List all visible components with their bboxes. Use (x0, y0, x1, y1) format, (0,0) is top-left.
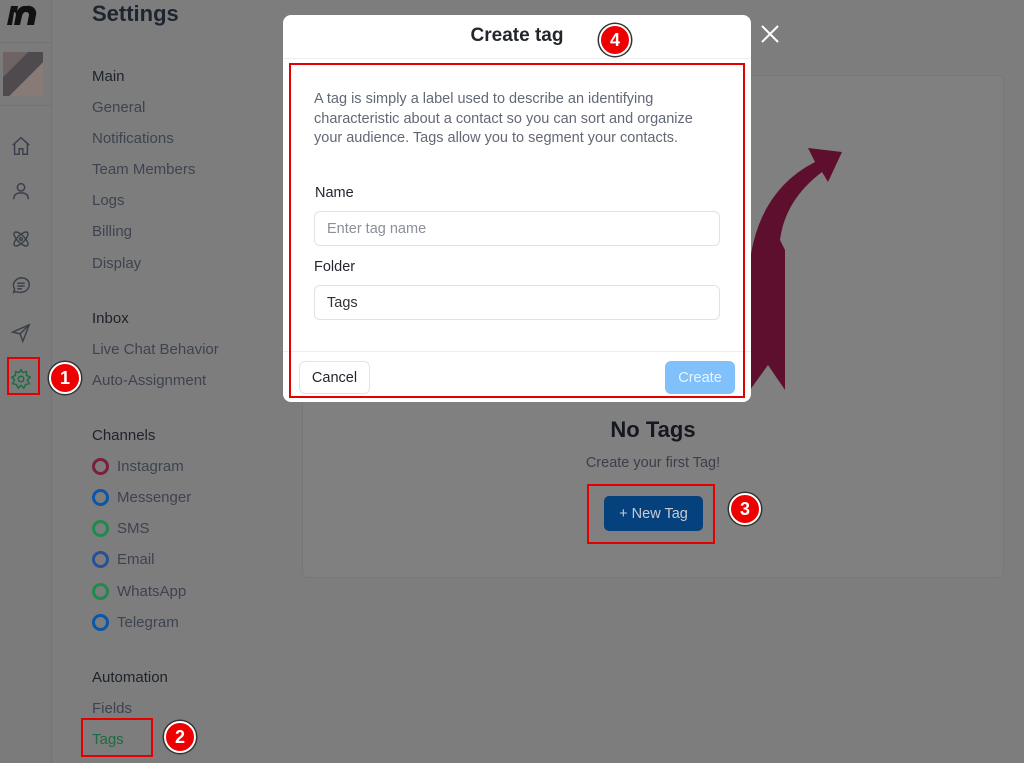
nav-item-email[interactable]: Email (92, 551, 155, 568)
nav-item-label: Telegram (117, 614, 179, 631)
nav-item-instagram[interactable]: Instagram (92, 458, 184, 475)
avatar[interactable] (3, 52, 43, 96)
nav-item-label: Email (117, 551, 155, 568)
divider (0, 42, 52, 43)
nav-heading-automation: Automation (92, 669, 168, 686)
nav-item-display[interactable]: Display (92, 255, 141, 272)
atom-icon[interactable] (10, 228, 32, 250)
send-icon[interactable] (10, 322, 32, 344)
nav-item-label: SMS (117, 520, 150, 537)
nav-item-whatsapp[interactable]: WhatsApp (92, 583, 186, 600)
nav-heading-main: Main (92, 68, 125, 85)
nav-heading-inbox: Inbox (92, 310, 129, 327)
divider (283, 58, 751, 59)
annotation-box-new-tag (587, 484, 715, 544)
nav-item-label: WhatsApp (117, 583, 187, 600)
nav-item-general[interactable]: General (92, 99, 145, 116)
nav-item-team-members[interactable]: Team Members (92, 161, 195, 178)
step-badge-4: 4 (599, 24, 631, 56)
whatsapp-icon (92, 583, 109, 600)
app-logo[interactable] (6, 3, 38, 27)
instagram-icon (92, 458, 109, 475)
annotation-box-modal (289, 63, 745, 398)
nav-item-fields[interactable]: Fields (92, 700, 132, 717)
nav-item-label: Instagram (117, 458, 184, 475)
nav-item-live-chat-behavior[interactable]: Live Chat Behavior (92, 341, 219, 358)
nav-item-sms[interactable]: SMS (92, 520, 150, 537)
nav-item-billing[interactable]: Billing (92, 223, 132, 240)
empty-subtitle: Create your first Tag! (585, 455, 721, 471)
annotation-box-tags (81, 718, 153, 757)
nav-item-messenger[interactable]: Messenger (92, 489, 191, 506)
nav-item-auto-assignment[interactable]: Auto-Assignment (92, 372, 206, 389)
messenger-icon (92, 489, 109, 506)
modal-title: Create tag (470, 25, 564, 46)
chat-icon[interactable] (10, 275, 32, 297)
nav-item-label: Messenger (117, 489, 192, 506)
annotation-box-gear (7, 357, 40, 395)
step-badge-3: 3 (729, 493, 761, 525)
divider (0, 105, 52, 106)
telegram-icon (92, 614, 109, 631)
annotation-arrow (750, 148, 842, 390)
step-badge-2: 2 (164, 721, 196, 753)
nav-item-notifications[interactable]: Notifications (92, 130, 174, 147)
step-badge-1: 1 (49, 362, 81, 394)
empty-title: No Tags (610, 417, 696, 442)
sms-icon (92, 520, 109, 537)
page-title: Settings (92, 1, 179, 26)
nav-item-logs[interactable]: Logs (92, 192, 125, 209)
home-icon[interactable] (10, 135, 32, 157)
nav-heading-channels: Channels (92, 427, 156, 444)
nav-item-telegram[interactable]: Telegram (92, 614, 179, 631)
email-icon (92, 551, 109, 568)
close-icon[interactable] (758, 22, 782, 46)
user-icon[interactable] (10, 180, 32, 202)
